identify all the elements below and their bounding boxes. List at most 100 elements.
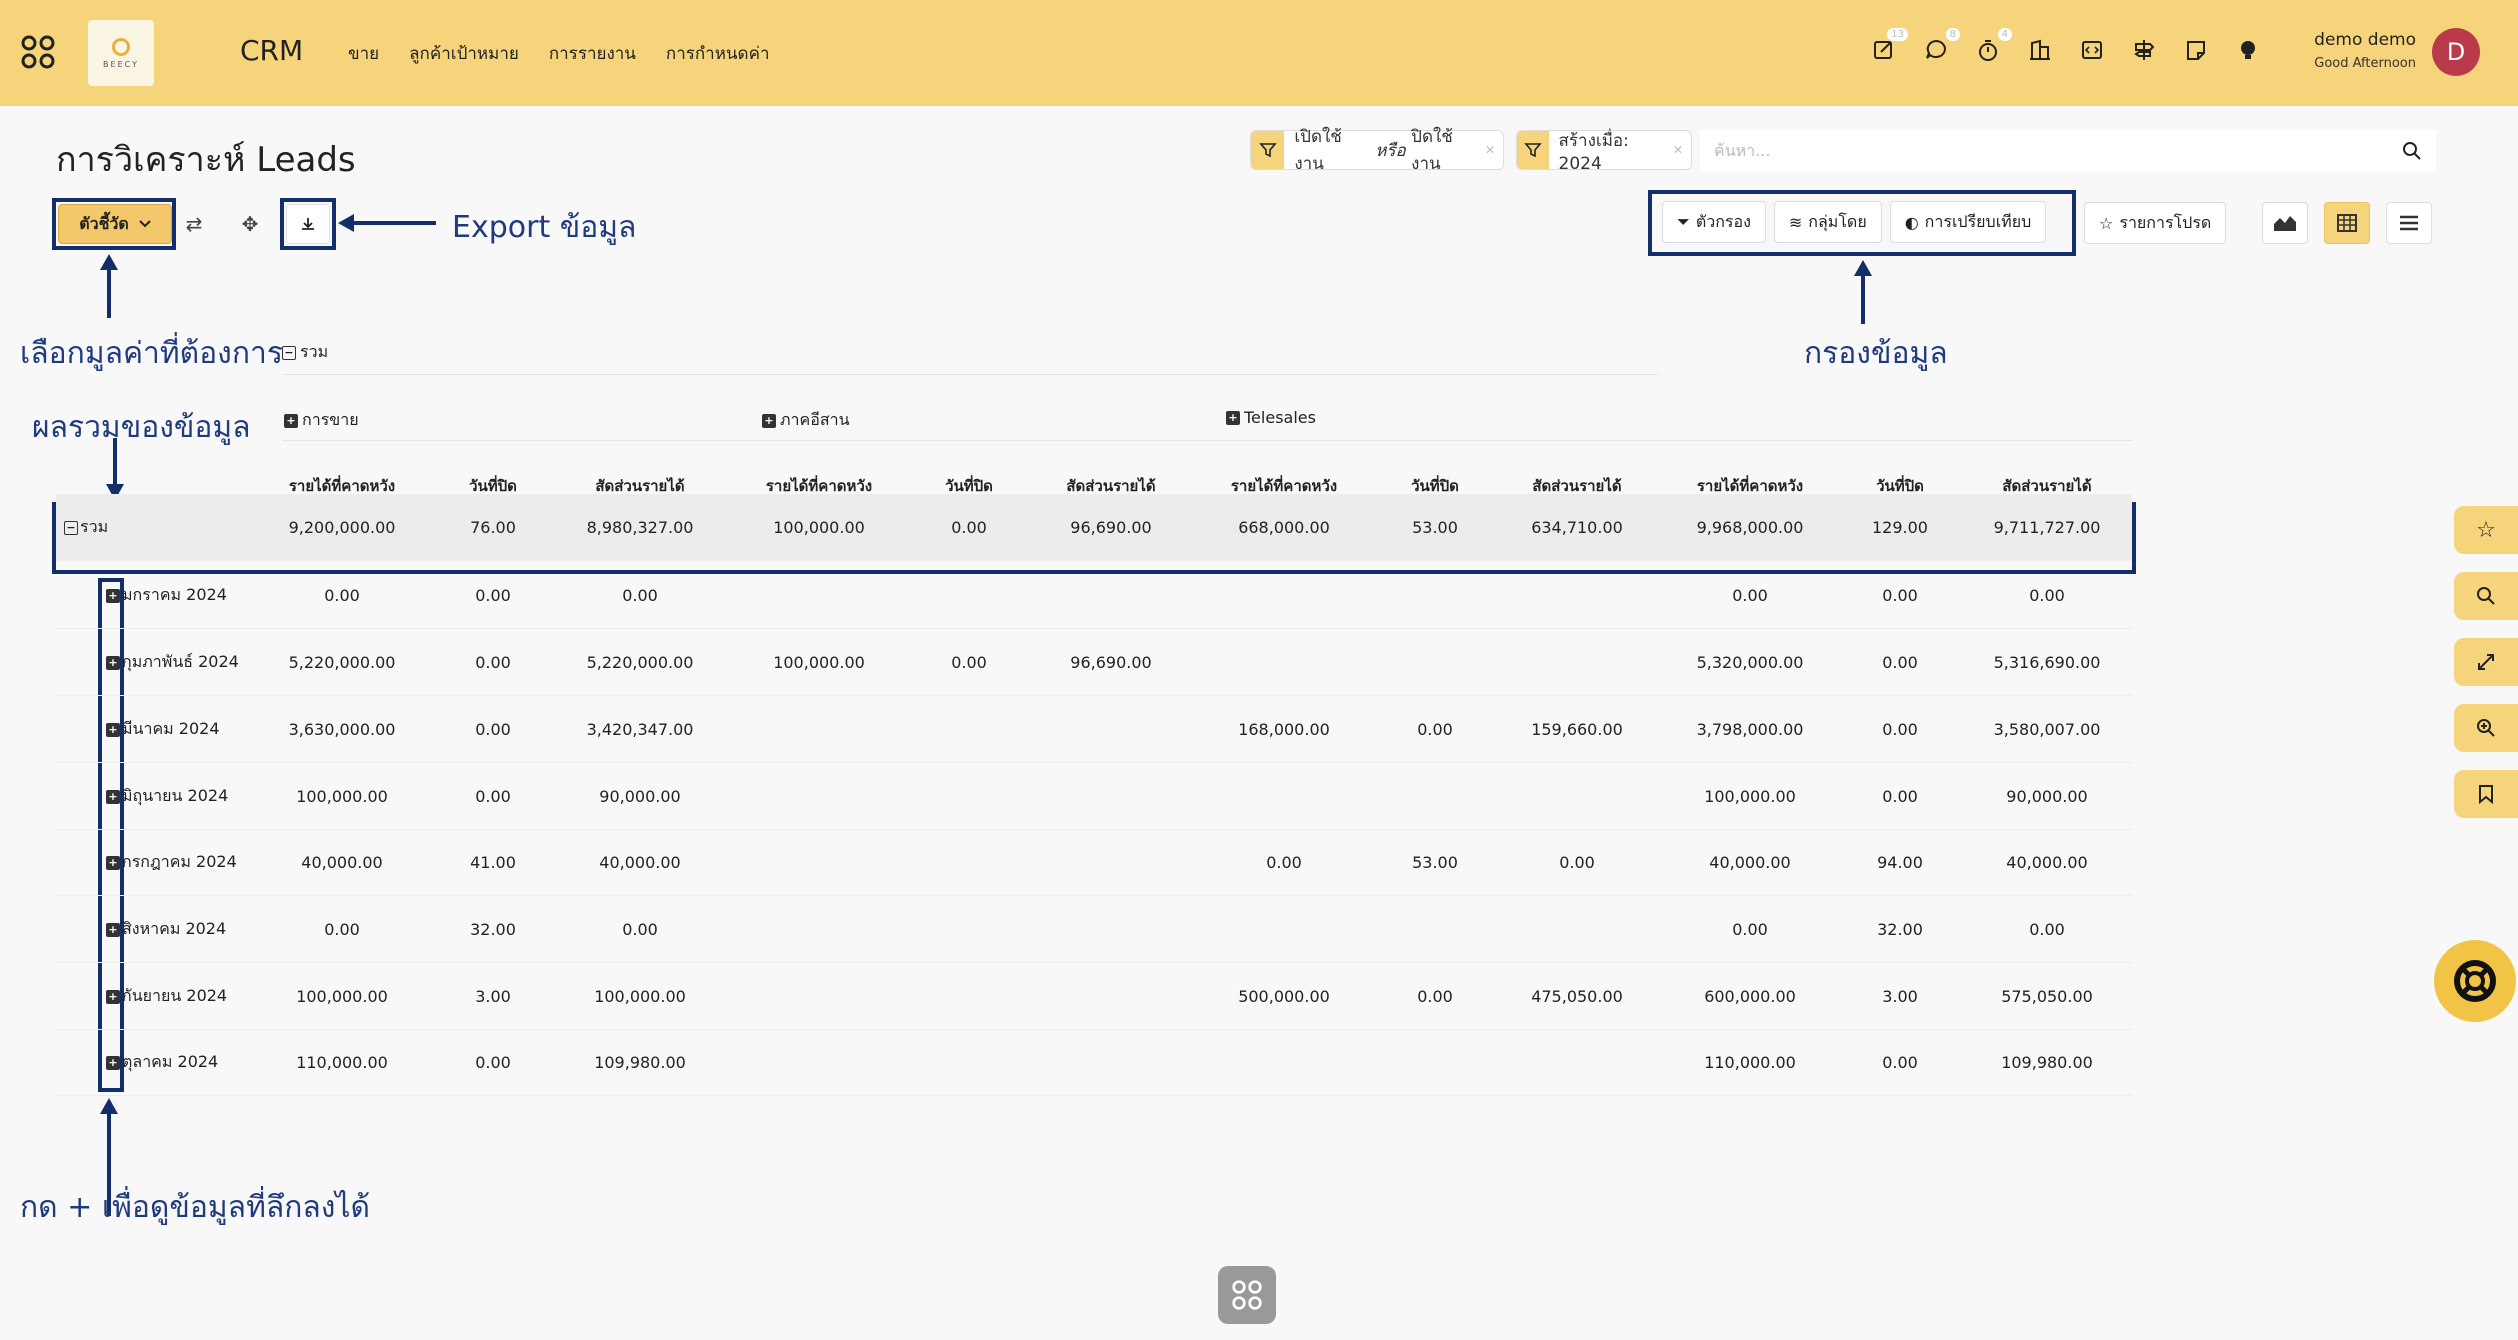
pivot-cell[interactable]: 100,000.00	[744, 494, 894, 561]
pivot-cell[interactable]: 0.00	[418, 562, 568, 629]
group-header-sales[interactable]: + การขาย	[284, 408, 359, 433]
pivot-cell[interactable]: 0.00	[1972, 896, 2122, 963]
pivot-cell[interactable]: 8,980,327.00	[565, 494, 715, 561]
pivot-cell[interactable]	[894, 963, 1044, 1030]
pivot-cell[interactable]	[1036, 963, 1186, 1030]
group-header-telesales[interactable]: + Telesales	[1226, 408, 1316, 427]
row-header[interactable]: + มีนาคม 2024	[106, 696, 220, 763]
signpost-icon[interactable]	[2130, 36, 2158, 64]
chat-icon[interactable]: 8	[1922, 28, 1960, 64]
chip-remove-icon[interactable]: ✕	[1673, 143, 1683, 157]
row-header[interactable]: + กุมภาพันธ์ 2024	[106, 629, 239, 696]
row-header[interactable]: + มกราคม 2024	[106, 562, 227, 629]
pivot-cell[interactable]: 109,980.00	[565, 1029, 715, 1096]
row-header[interactable]: + ตุลาคม 2024	[106, 1029, 218, 1096]
pivot-cell[interactable]	[1209, 1029, 1359, 1096]
pivot-cell[interactable]: 110,000.00	[267, 1029, 417, 1096]
pivot-cell[interactable]: 5,220,000.00	[565, 629, 715, 696]
expand-icon[interactable]: +	[106, 855, 120, 870]
lightbulb-icon[interactable]	[2234, 36, 2262, 64]
favorites-button[interactable]: ☆ รายการโปรด	[2084, 202, 2227, 244]
pivot-cell[interactable]: 100,000.00	[565, 963, 715, 1030]
group-header-northeast[interactable]: + ภาคอีสาน	[762, 408, 850, 433]
pivot-cell[interactable]: 94.00	[1825, 829, 1975, 896]
app-name[interactable]: CRM	[240, 34, 303, 67]
row-header[interactable]: + กรกฎาคม 2024	[106, 829, 237, 896]
pivot-cell[interactable]: 668,000.00	[1209, 494, 1359, 561]
flip-axis-icon[interactable]: ⇄	[172, 204, 216, 244]
pivot-cell[interactable]: 0.00	[1360, 963, 1510, 1030]
pivot-cell[interactable]	[1502, 896, 1652, 963]
pivot-cell[interactable]	[744, 1029, 894, 1096]
pivot-cell[interactable]: 0.00	[267, 562, 417, 629]
help-button[interactable]	[2434, 940, 2516, 1022]
row-header[interactable]: + สิงหาคม 2024	[106, 896, 226, 963]
pivot-cell[interactable]	[744, 829, 894, 896]
pivot-cell[interactable]	[894, 829, 1044, 896]
pivot-cell[interactable]: 0.00	[1825, 763, 1975, 830]
pivot-cell[interactable]: 0.00	[418, 629, 568, 696]
bookmark-tab[interactable]	[2454, 770, 2518, 818]
pivot-cell[interactable]	[1209, 629, 1359, 696]
pivot-cell[interactable]: 110,000.00	[1675, 1029, 1825, 1096]
pivot-cell[interactable]: 40,000.00	[267, 829, 417, 896]
pivot-cell[interactable]: 41.00	[418, 829, 568, 896]
pivot-cell[interactable]: 0.00	[565, 896, 715, 963]
row-header-total[interactable]: − รวม	[64, 494, 108, 561]
pivot-cell[interactable]: 53.00	[1360, 829, 1510, 896]
pivot-cell[interactable]: 40,000.00	[1972, 829, 2122, 896]
graph-view-button[interactable]	[2262, 202, 2308, 244]
pivot-cell[interactable]	[744, 696, 894, 763]
pivot-cell[interactable]	[1502, 629, 1652, 696]
pivot-cell[interactable]: 0.00	[1360, 696, 1510, 763]
pivot-cell[interactable]: 0.00	[1675, 896, 1825, 963]
pivot-cell[interactable]	[1209, 763, 1359, 830]
pivot-cell[interactable]	[1360, 1029, 1510, 1096]
pivot-cell[interactable]	[1360, 629, 1510, 696]
apps-grid-icon[interactable]	[20, 34, 56, 70]
nav-reporting[interactable]: การรายงาน	[549, 40, 636, 67]
search-tab[interactable]	[2454, 572, 2518, 620]
pivot-cell[interactable]: 0.00	[418, 1029, 568, 1096]
pivot-cell[interactable]: 575,050.00	[1972, 963, 2122, 1030]
pivot-cell[interactable]: 0.00	[894, 629, 1044, 696]
pivot-cell[interactable]: 0.00	[1675, 562, 1825, 629]
pivot-cell[interactable]: 9,200,000.00	[267, 494, 417, 561]
pivot-cell[interactable]: 0.00	[267, 896, 417, 963]
pivot-cell[interactable]: 0.00	[1825, 1029, 1975, 1096]
pivot-cell[interactable]: 3,580,007.00	[1972, 696, 2122, 763]
pivot-cell[interactable]: 32.00	[1825, 896, 1975, 963]
pivot-cell[interactable]	[1036, 1029, 1186, 1096]
fullscreen-tab[interactable]	[2454, 638, 2518, 686]
pivot-cell[interactable]: 0.00	[1502, 829, 1652, 896]
pivot-cell[interactable]: 3,798,000.00	[1675, 696, 1825, 763]
expand-icon[interactable]: +	[106, 722, 120, 737]
search-box[interactable]: ค้นหา...	[1700, 130, 2436, 172]
expand-icon[interactable]: +	[106, 989, 120, 1004]
timer-icon[interactable]: 4	[1974, 28, 2012, 64]
pivot-cell[interactable]: 5,316,690.00	[1972, 629, 2122, 696]
pivot-cell[interactable]: 600,000.00	[1675, 963, 1825, 1030]
code-icon[interactable]	[2078, 36, 2106, 64]
pivot-cell[interactable]	[1502, 1029, 1652, 1096]
search-input[interactable]: ค้นหา...	[1714, 139, 2402, 164]
pivot-cell[interactable]	[894, 562, 1044, 629]
pivot-cell[interactable]: 100,000.00	[744, 629, 894, 696]
pivot-cell[interactable]	[894, 896, 1044, 963]
pivot-cell[interactable]	[1502, 763, 1652, 830]
pivot-cell[interactable]	[894, 763, 1044, 830]
star-tab[interactable]: ☆	[2454, 506, 2518, 554]
pivot-cell[interactable]: 0.00	[1825, 696, 1975, 763]
pivot-cell[interactable]: 0.00	[1209, 829, 1359, 896]
pivot-cell[interactable]	[744, 763, 894, 830]
nav-leads[interactable]: ลูกค้าเป้าหมาย	[409, 40, 519, 67]
pivot-cell[interactable]	[1036, 562, 1186, 629]
pivot-cell[interactable]	[744, 963, 894, 1030]
pivot-cell[interactable]: 3,420,347.00	[565, 696, 715, 763]
pivot-cell[interactable]	[1036, 896, 1186, 963]
expand-icon[interactable]: +	[106, 789, 120, 804]
pivot-cell[interactable]: 32.00	[418, 896, 568, 963]
pivot-cell[interactable]: 3,630,000.00	[267, 696, 417, 763]
pivot-cell[interactable]: 100,000.00	[1675, 763, 1825, 830]
nav-configuration[interactable]: การกำหนดค่า	[666, 40, 770, 67]
